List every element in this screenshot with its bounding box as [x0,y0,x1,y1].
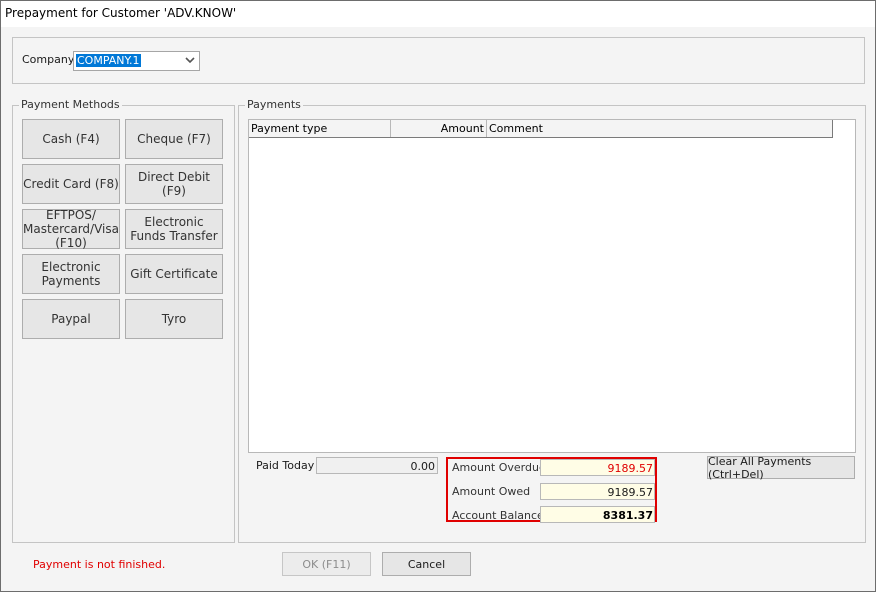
account-balance-field: 8381.37 [540,506,655,523]
status-message: Payment is not finished. [33,558,166,571]
paypal-button[interactable]: Paypal [22,299,120,339]
company-value: COMPANY.1 [76,54,141,67]
amount-overdue-label: Amount Overdue [452,461,546,474]
company-panel: Company COMPANY.1 [12,37,865,84]
cash-button[interactable]: Cash (F4) [22,119,120,159]
eft-button[interactable]: Electronic Funds Transfer [125,209,223,249]
column-amount[interactable]: Amount [391,120,487,137]
window-title: Prepayment for Customer 'ADV.KNOW' [5,6,237,20]
title-bar: Prepayment for Customer 'ADV.KNOW' [1,1,875,27]
amount-owed-field: 9189.57 [540,483,655,500]
clear-all-payments-button[interactable]: Clear All Payments (Ctrl+Del) [707,455,855,481]
eftpos-button[interactable]: EFTPOS/ Mastercard/Visa (F10) [22,208,120,250]
credit-card-button[interactable]: Credit Card (F8) [22,164,120,204]
amount-overdue-field: 9189.57 [540,459,655,476]
grid-header: Payment type Amount Comment [249,120,833,138]
direct-debit-button[interactable]: Direct Debit (F9) [125,164,223,204]
cheque-button[interactable]: Cheque (F7) [125,119,223,159]
chevron-down-icon [185,57,195,64]
payments-grid[interactable]: Payment type Amount Comment [248,119,856,453]
ok-button[interactable]: OK (F11) [282,552,371,576]
payment-methods-legend: Payment Methods [19,98,122,111]
column-comment[interactable]: Comment [487,120,832,137]
prepayment-dialog: Prepayment for Customer 'ADV.KNOW' Compa… [0,0,876,592]
company-label: Company [22,53,75,66]
paid-today-label: Paid Today [256,459,315,472]
tyro-button[interactable]: Tyro [125,299,223,339]
balance-summary: Amount Overdue 9189.57 Amount Owed 9189.… [446,457,657,523]
column-payment-type[interactable]: Payment type [249,120,391,137]
gift-certificate-button[interactable]: Gift Certificate [125,254,223,294]
electronic-payments-button[interactable]: Electronic Payments [22,254,120,294]
account-balance-label: Account Balance [452,509,544,522]
cancel-button[interactable]: Cancel [382,552,471,576]
amount-owed-label: Amount Owed [452,485,531,498]
company-select[interactable]: COMPANY.1 [73,51,200,71]
paid-today-field: 0.00 [316,457,438,474]
payments-legend: Payments [245,98,303,111]
